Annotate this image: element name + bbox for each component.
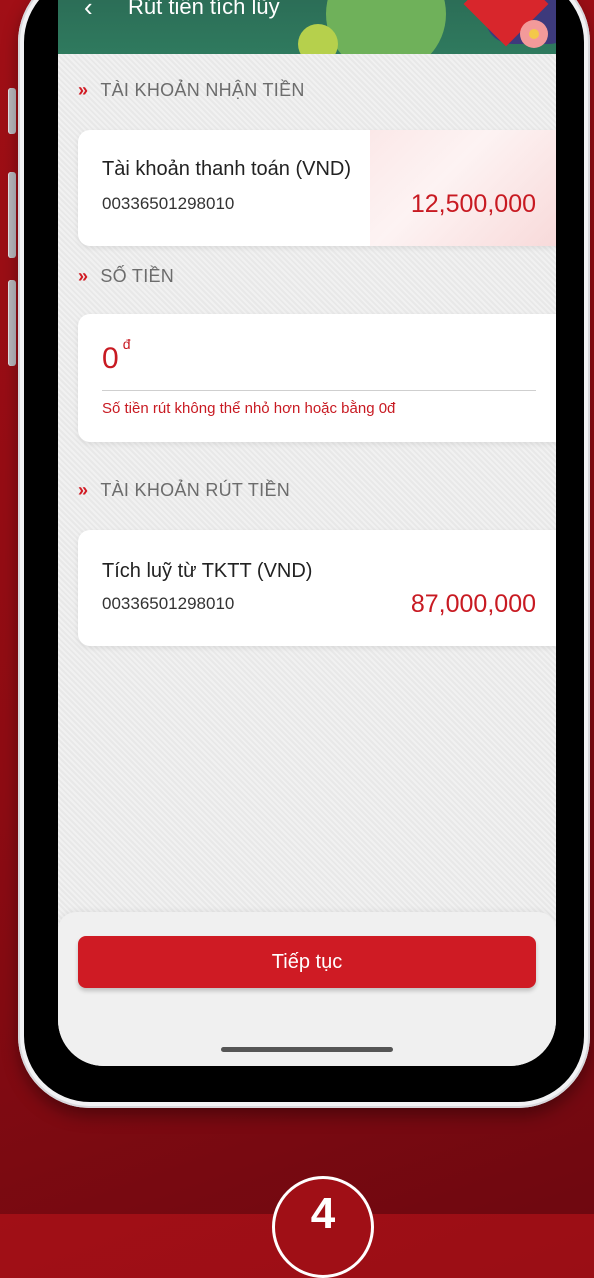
account-number: 00336501298010 — [102, 594, 235, 613]
currency-symbol: đ — [122, 336, 131, 352]
card-decoration — [370, 130, 556, 246]
double-chevron-icon: » — [78, 480, 89, 500]
app-screen: ‹ Rút tiền tích lũy » TÀI KHOẢN NHẬN TIỀ… — [58, 0, 556, 1066]
home-indicator[interactable] — [221, 1047, 393, 1052]
phone-frame: ‹ Rút tiền tích lũy » TÀI KHOẢN NHẬN TIỀ… — [18, 0, 590, 1108]
account-balance: 12,500,000 — [410, 190, 536, 218]
page-title: Rút tiền tích lũy — [128, 0, 280, 19]
section-withdraw-account: » TÀI KHOẢN RÚT TIỀN — [78, 480, 290, 501]
phone-bezel: ‹ Rút tiền tích lũy » TÀI KHOẢN NHẬN TIỀ… — [24, 0, 584, 1102]
continue-button[interactable]: Tiếp tục — [78, 936, 536, 988]
chevron-left-icon[interactable]: ‹ — [84, 0, 93, 22]
amount-value: 0 — [102, 342, 119, 375]
section-label: TÀI KHOẢN RÚT TIỀN — [100, 480, 291, 500]
account-name: Tích luỹ từ TKTT (VND) — [102, 560, 313, 582]
step-number-badge: 4 — [272, 1176, 374, 1278]
section-label: TÀI KHOẢN NHẬN TIỀN — [100, 80, 305, 100]
header-decoration — [326, 0, 446, 54]
amount-input[interactable]: 0đ — [102, 336, 130, 376]
header-banner: ‹ Rút tiền tích lũy — [58, 0, 556, 54]
account-name: Tài khoản thanh toán (VND) — [102, 158, 352, 180]
account-number: 00336501298010 — [102, 194, 235, 213]
account-balance: 87,000,000 — [410, 590, 536, 618]
side-button-mute — [8, 88, 16, 134]
withdraw-account-card[interactable]: Tích luỹ từ TKTT (VND) 00336501298010 87… — [78, 530, 556, 646]
amount-card: 0đ Số tiền rút không thể nhỏ hơn hoặc bằ… — [78, 314, 556, 442]
flower-decoration — [520, 20, 548, 48]
receive-account-card[interactable]: Tài khoản thanh toán (VND) 0033650129801… — [78, 130, 556, 246]
section-receive-account: » TÀI KHOẢN NHẬN TIỀN — [78, 80, 305, 101]
step-number: 4 — [310, 1189, 336, 1238]
section-label: SỐ TIỀN — [100, 266, 175, 286]
double-chevron-icon: » — [78, 266, 89, 286]
error-message: Số tiền rút không thể nhỏ hơn hoặc bằng … — [102, 400, 396, 417]
section-amount: » SỐ TIỀN — [78, 266, 174, 287]
side-button-volume-up — [8, 172, 16, 258]
bottom-action-panel: Tiếp tục — [58, 912, 556, 1066]
side-button-volume-down — [8, 280, 16, 366]
double-chevron-icon: » — [78, 80, 89, 100]
input-underline — [102, 390, 536, 391]
